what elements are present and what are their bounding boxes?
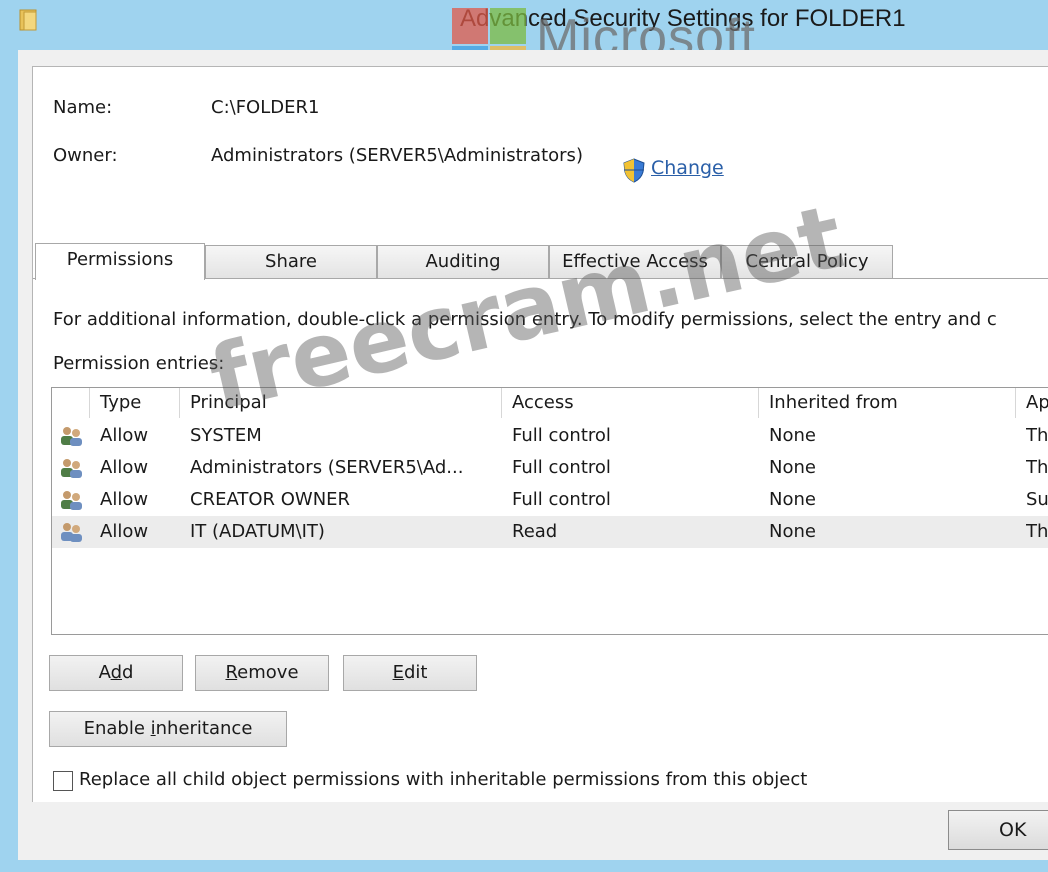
- cell-applies-to: Th: [1026, 425, 1048, 446]
- users-group-icon: [61, 491, 82, 510]
- remove-button[interactable]: Remove: [195, 655, 329, 691]
- cell-applies-to: Su: [1026, 489, 1048, 510]
- replace-child-permissions-checkbox[interactable]: [53, 771, 73, 791]
- permission-entries-grid[interactable]: Type Principal Access Inherited from Ap …: [51, 387, 1048, 635]
- permissions-tab-content: For additional information, double-click…: [33, 278, 1048, 802]
- permissions-info-text: For additional information, double-click…: [53, 309, 997, 330]
- cell-applies-to: Th: [1026, 457, 1048, 478]
- column-header-inherited-from[interactable]: Inherited from: [759, 388, 1016, 418]
- cell-type: Allow: [100, 521, 149, 542]
- permission-entries-label: Permission entries:: [53, 353, 225, 374]
- replace-child-permissions-label[interactable]: Replace all child object permissions wit…: [79, 769, 807, 790]
- content-panel: Name: C:\FOLDER1 Owner: Administrators (…: [32, 66, 1048, 802]
- column-header-principal[interactable]: Principal: [180, 388, 502, 418]
- owner-label: Owner:: [53, 145, 118, 166]
- table-row-selected[interactable]: Allow IT (ADATUM\IT) Read None Th: [52, 516, 1048, 548]
- dialog: Name: C:\FOLDER1 Owner: Administrators (…: [18, 50, 1048, 860]
- tab-share[interactable]: Share: [205, 245, 377, 279]
- column-header-access[interactable]: Access: [502, 388, 759, 418]
- owner-value: Administrators (SERVER5\Administrators): [211, 145, 583, 166]
- name-label: Name:: [53, 97, 113, 118]
- column-header-applies-to[interactable]: Ap: [1016, 388, 1048, 418]
- cell-principal: SYSTEM: [190, 425, 262, 446]
- cell-type: Allow: [100, 489, 149, 510]
- window-title: Advanced Security Settings for FOLDER1: [460, 5, 906, 32]
- cell-type: Allow: [100, 457, 149, 478]
- grid-header: Type Principal Access Inherited from Ap: [52, 388, 1048, 418]
- cell-principal: Administrators (SERVER5\Ad...: [190, 457, 464, 478]
- tab-strip: Permissions Share Auditing Effective Acc…: [33, 243, 1048, 280]
- enable-inheritance-button[interactable]: Enable inheritance: [49, 711, 287, 747]
- uac-shield-icon: [623, 158, 645, 183]
- tab-auditing[interactable]: Auditing: [377, 245, 549, 279]
- tab-permissions[interactable]: Permissions: [35, 243, 205, 280]
- users-group-icon: [61, 523, 82, 542]
- cell-principal: CREATOR OWNER: [190, 489, 351, 510]
- users-group-icon: [61, 427, 82, 446]
- cell-access: Full control: [512, 457, 611, 478]
- table-row[interactable]: Allow SYSTEM Full control None Th: [52, 420, 1048, 452]
- cell-inherited-from: None: [769, 521, 816, 542]
- title-bar: Advanced Security Settings for FOLDER1: [0, 0, 1048, 50]
- change-owner-link[interactable]: Change: [651, 157, 724, 179]
- users-group-icon: [61, 459, 82, 478]
- table-row[interactable]: Allow Administrators (SERVER5\Ad... Full…: [52, 452, 1048, 484]
- cell-access: Full control: [512, 425, 611, 446]
- table-row[interactable]: Allow CREATOR OWNER Full control None Su: [52, 484, 1048, 516]
- tab-central-policy[interactable]: Central Policy: [721, 245, 893, 279]
- cell-inherited-from: None: [769, 457, 816, 478]
- ok-button[interactable]: OK: [948, 810, 1048, 850]
- folder-icon: [19, 9, 37, 31]
- tab-effective-access[interactable]: Effective Access: [549, 245, 721, 279]
- column-header-type[interactable]: Type: [90, 388, 180, 418]
- cell-principal: IT (ADATUM\IT): [190, 521, 325, 542]
- name-value: C:\FOLDER1: [211, 97, 320, 118]
- cell-access: Read: [512, 521, 558, 542]
- cell-inherited-from: None: [769, 425, 816, 446]
- column-header-icon: [52, 388, 90, 418]
- add-button[interactable]: Add: [49, 655, 183, 691]
- cell-type: Allow: [100, 425, 149, 446]
- cell-applies-to: Th: [1026, 521, 1048, 542]
- cell-inherited-from: None: [769, 489, 816, 510]
- edit-button[interactable]: Edit: [343, 655, 477, 691]
- cell-access: Full control: [512, 489, 611, 510]
